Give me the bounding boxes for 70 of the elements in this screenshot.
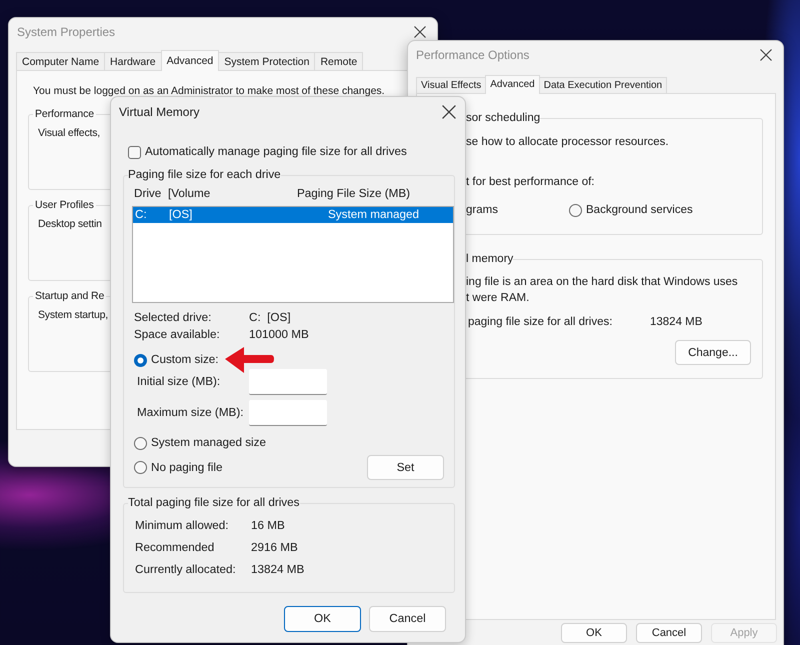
- group-title: User Profiles: [34, 198, 95, 212]
- radio-button[interactable]: [569, 204, 582, 216]
- input-field[interactable]: [249, 400, 327, 426]
- group-text: System startup,: [38, 308, 108, 323]
- description-text: ing file is an area on the hard disk that Windows uses: [466, 275, 738, 290]
- field-label: Recommended: [135, 540, 216, 556]
- field-label: Currently allocated:: [135, 562, 237, 578]
- close-icon[interactable]: [414, 26, 426, 38]
- option-label: Custom size:: [151, 352, 219, 368]
- window-title: Virtual Memory: [119, 104, 200, 120]
- input-field[interactable]: [249, 369, 327, 395]
- dialog-button[interactable]: OK: [284, 606, 361, 632]
- list-cell-text: C:: [135, 207, 148, 223]
- description-text: se how to allocate processor resources.: [466, 135, 669, 150]
- checkbox[interactable]: [128, 146, 141, 158]
- field-value: 16 MB: [251, 518, 285, 534]
- field-value: 2916 MB: [251, 540, 298, 556]
- dialog-button[interactable]: OK: [561, 623, 627, 643]
- field-label: Minimum allowed:: [135, 518, 230, 534]
- field-value: C: [OS]: [249, 310, 291, 326]
- close-icon[interactable]: [442, 105, 456, 119]
- group-title: l memory: [466, 252, 514, 266]
- window-title: System Properties: [17, 24, 116, 40]
- group-title: Startup and Re: [34, 289, 106, 303]
- option-label: Background services: [586, 203, 693, 218]
- field-label: paging file size for all drives:: [468, 315, 614, 330]
- field-label: Maximum size (MB):: [137, 405, 244, 421]
- group-title: Total paging file size for all drives: [128, 496, 300, 510]
- column-header: [Volume: [168, 186, 212, 202]
- field-label: Selected drive:: [134, 310, 212, 326]
- description-text: t for best performance of:: [466, 175, 594, 190]
- set-button[interactable]: Set: [367, 455, 444, 480]
- dialog-button[interactable]: Cancel: [636, 623, 702, 643]
- field-value: 13824 MB: [251, 562, 304, 578]
- description-text: t were RAM.: [466, 291, 530, 306]
- close-icon[interactable]: [760, 49, 772, 61]
- option-label: No paging file: [151, 460, 222, 476]
- field-label: Space available:: [134, 327, 221, 343]
- group-text: Desktop settin: [38, 217, 102, 232]
- group-title: sor scheduling: [466, 111, 540, 125]
- tab[interactable]: Remote: [314, 52, 364, 70]
- tab[interactable]: Advanced: [160, 50, 220, 71]
- tab[interactable]: Visual Effects: [416, 77, 486, 93]
- radio-button[interactable]: [134, 354, 147, 366]
- list-cell-text: System managed: [327, 207, 419, 223]
- dialog-button[interactable]: Cancel: [369, 606, 446, 632]
- option-label: grams: [466, 203, 499, 218]
- column-header: Drive: [134, 186, 162, 202]
- list-cell-text: [OS]: [169, 207, 194, 223]
- notice-text: You must be logged on as an Administrator to make most of these changes.: [33, 84, 385, 99]
- annotation-arrow: [224, 346, 275, 374]
- field-label: Initial size (MB):: [137, 374, 222, 390]
- drive-list[interactable]: C: [OS] System managed: [132, 206, 454, 303]
- tab[interactable]: System Protection: [218, 52, 316, 70]
- tab[interactable]: Computer Name: [16, 52, 106, 70]
- column-header: Paging File Size (MB): [297, 186, 410, 202]
- group-title: Paging file size for each drive: [128, 168, 281, 182]
- option-label: System managed size: [151, 435, 266, 451]
- window-title: Performance Options: [416, 47, 530, 63]
- change-button[interactable]: Change...: [675, 340, 751, 365]
- tab[interactable]: Data Execution Prevention: [538, 77, 668, 93]
- group-title: Performance: [34, 107, 96, 121]
- field-value: 101000 MB: [249, 327, 309, 343]
- radio-button[interactable]: [134, 461, 147, 474]
- checkbox-label: Automatically manage paging file size for all drives: [145, 144, 407, 160]
- radio-button[interactable]: [134, 436, 147, 450]
- list-row[interactable]: C: [OS] System managed: [133, 207, 453, 223]
- group-text: Visual effects,: [38, 126, 100, 141]
- field-value: 13824 MB: [650, 315, 702, 330]
- tab[interactable]: Advanced: [485, 75, 540, 94]
